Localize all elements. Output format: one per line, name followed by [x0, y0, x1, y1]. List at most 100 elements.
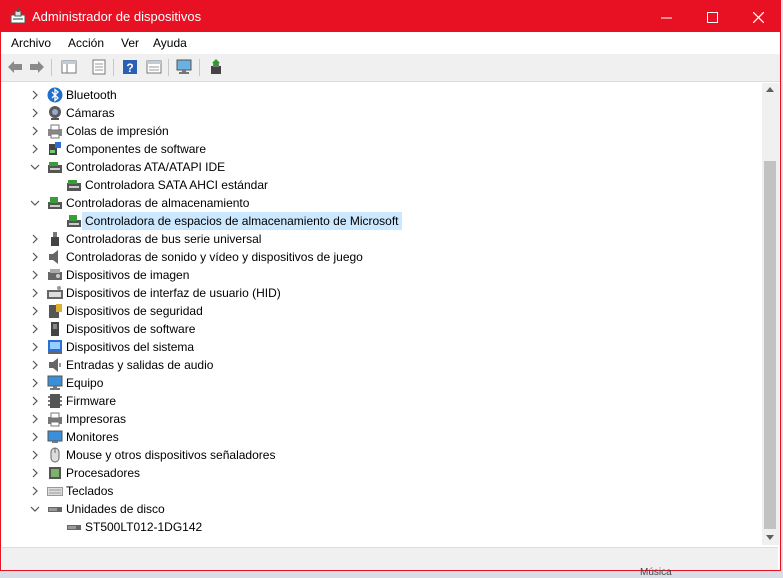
tree-category[interactable]: Equipo	[2, 374, 762, 392]
chevron-right-icon[interactable]	[30, 252, 40, 262]
chevron-right-icon[interactable]	[30, 342, 40, 352]
scrollbar-thumb[interactable]	[764, 161, 776, 529]
chevron-down-icon[interactable]	[30, 162, 40, 172]
forward-button[interactable]	[28, 58, 46, 76]
chevron-right-icon[interactable]	[30, 288, 40, 298]
svg-text:?: ?	[126, 61, 133, 75]
scan-monitor-icon	[176, 59, 192, 74]
chevron-right-icon[interactable]	[30, 324, 40, 334]
tree-device[interactable]: Controladora de espacios de almacenamien…	[2, 212, 762, 230]
tree-category[interactable]: Dispositivos de imagen	[2, 266, 762, 284]
tree-category[interactable]: Dispositivos de seguridad	[2, 302, 762, 320]
tree-category[interactable]: Controladoras de sonido y vídeo y dispos…	[2, 248, 762, 266]
chevron-right-icon[interactable]	[30, 126, 40, 136]
minimize-icon	[660, 17, 672, 19]
tree-category[interactable]: Impresoras	[2, 410, 762, 428]
tree-item-label: Firmware	[66, 394, 116, 408]
chevron-right-icon[interactable]	[30, 432, 40, 442]
imaging-device-icon	[48, 269, 62, 280]
tree-device[interactable]: ST500LT012-1DG142	[2, 518, 762, 536]
tree-item-label: Dispositivos del sistema	[66, 340, 195, 354]
tree-category[interactable]: Mouse y otros dispositivos señaladores	[2, 446, 762, 464]
tree-category[interactable]: Cámaras	[2, 104, 762, 122]
tree-item-label: Colas de impresión	[66, 124, 169, 138]
tree-item-label: Entradas y salidas de audio	[66, 358, 214, 372]
back-button[interactable]	[6, 58, 24, 76]
tree-item-label: Cámaras	[66, 106, 115, 120]
tree-category[interactable]: Dispositivos de interfaz de usuario (HID…	[2, 284, 762, 302]
back-arrow-icon	[8, 61, 22, 73]
tree-item-label: Controladora SATA AHCI estándar	[85, 178, 268, 192]
tree-category[interactable]: Unidades de disco	[2, 500, 762, 518]
tree-category[interactable]: Monitores	[2, 428, 762, 446]
chevron-right-icon[interactable]	[30, 306, 40, 316]
tree-category[interactable]: Controladoras de almacenamiento	[2, 194, 762, 212]
tree-item-label: Controladoras de bus serie universal	[66, 232, 262, 246]
chevron-right-icon[interactable]	[30, 468, 40, 478]
chevron-right-icon[interactable]	[30, 486, 40, 496]
chevron-right-icon[interactable]	[30, 90, 40, 100]
ide-controller-icon	[67, 180, 81, 191]
properties-button[interactable]	[90, 58, 108, 76]
menu-ayuda[interactable]: Ayuda	[153, 36, 187, 50]
tree-category[interactable]: Firmware	[2, 392, 762, 410]
tree-device[interactable]: Controladora SATA AHCI estándar	[2, 176, 762, 194]
menu-accion[interactable]: Acción	[68, 36, 104, 50]
storage-controller-icon	[48, 197, 62, 209]
tree-item-label: Mouse y otros dispositivos señaladores	[66, 448, 276, 462]
tree-item-label: Dispositivos de imagen	[66, 268, 190, 282]
security-device-icon	[49, 304, 62, 318]
forward-arrow-icon	[30, 61, 44, 73]
maximize-button[interactable]	[689, 1, 735, 32]
tree-category[interactable]: Bluetooth	[2, 86, 762, 104]
chevron-right-icon[interactable]	[30, 144, 40, 154]
scroll-down-arrow-icon[interactable]	[766, 535, 774, 540]
camera-icon	[49, 106, 61, 120]
menu-ver[interactable]: Ver	[121, 36, 139, 50]
tree-category[interactable]: Teclados	[2, 482, 762, 500]
chevron-right-icon[interactable]	[30, 396, 40, 406]
tree-category[interactable]: Componentes de software	[2, 140, 762, 158]
tree-category[interactable]: Controladoras ATA/ATAPI IDE	[2, 158, 762, 176]
chevron-down-icon[interactable]	[30, 504, 40, 514]
toolbar-separator	[168, 59, 169, 76]
monitor-icon	[47, 430, 63, 443]
chevron-right-icon[interactable]	[30, 414, 40, 424]
view-details-button[interactable]	[145, 58, 163, 76]
title-bar[interactable]: Administrador de dispositivos	[1, 1, 780, 32]
chevron-right-icon[interactable]	[30, 450, 40, 460]
help-button[interactable]: ?	[121, 58, 139, 76]
system-device-icon	[48, 340, 62, 354]
tree-item-label: Equipo	[66, 376, 104, 390]
scan-hardware-changes-button[interactable]	[176, 58, 194, 76]
tree-item-label: Controladoras de sonido y vídeo y dispos…	[66, 250, 363, 264]
chevron-right-icon[interactable]	[30, 108, 40, 118]
menu-bar: Archivo Acción Ver Ayuda	[1, 32, 780, 54]
chevron-right-icon[interactable]	[30, 360, 40, 370]
close-button[interactable]	[735, 1, 781, 32]
menu-archivo[interactable]: Archivo	[11, 36, 51, 50]
bluetooth-icon	[47, 87, 63, 103]
tree-category[interactable]: Colas de impresión	[2, 122, 762, 140]
tree-category[interactable]: Controladoras de bus serie universal	[2, 230, 762, 248]
tree-category[interactable]: Entradas y salidas de audio	[2, 356, 762, 374]
minimize-button[interactable]	[643, 1, 689, 32]
chevron-right-icon[interactable]	[30, 378, 40, 388]
computer-icon	[47, 375, 63, 390]
tree-category[interactable]: Procesadores	[2, 464, 762, 482]
tree-category[interactable]: Dispositivos del sistema	[2, 338, 762, 356]
properties-icon	[92, 59, 106, 75]
update-driver-button[interactable]	[207, 58, 225, 76]
device-tree[interactable]: Bluetooth Cámaras Colas de impresión Compon…	[2, 83, 762, 545]
chevron-down-icon[interactable]	[30, 198, 40, 208]
show-hide-console-tree-button[interactable]	[60, 58, 78, 76]
chevron-right-icon[interactable]	[30, 270, 40, 280]
tree-category[interactable]: Dispositivos de software	[2, 320, 762, 338]
scroll-up-arrow-icon[interactable]	[766, 87, 774, 92]
tree-item-label: Unidades de disco	[66, 502, 165, 516]
keyboard-icon	[47, 487, 63, 496]
device-manager-app-icon	[10, 8, 26, 24]
chevron-right-icon[interactable]	[30, 234, 40, 244]
speaker-icon	[49, 250, 58, 264]
vertical-scrollbar[interactable]	[762, 83, 779, 545]
